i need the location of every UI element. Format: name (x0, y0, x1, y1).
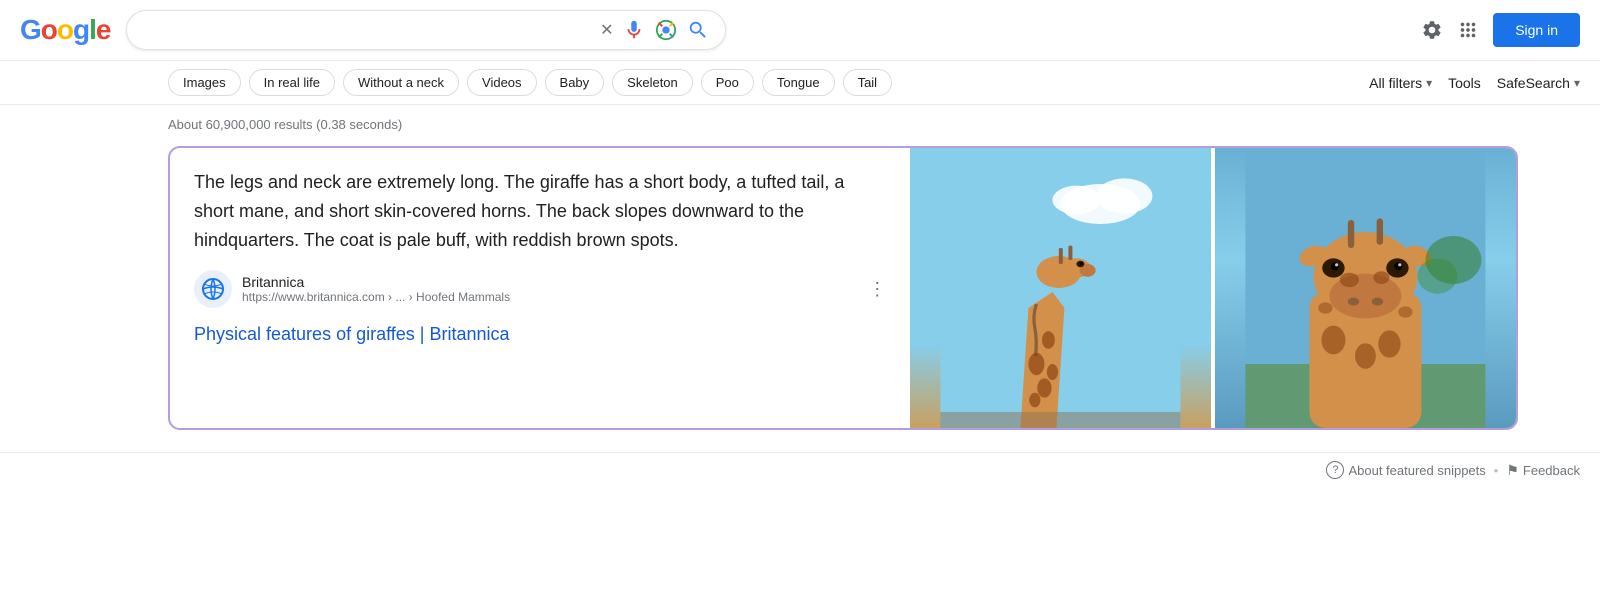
about-snippets-label: About featured snippets (1348, 463, 1485, 478)
filter-in-real-life[interactable]: In real life (249, 69, 335, 96)
filter-videos[interactable]: Videos (467, 69, 537, 96)
logo-G: G (20, 14, 41, 45)
filter-skeleton[interactable]: Skeleton (612, 69, 693, 96)
search-input[interactable]: what does a giraffe look like? (143, 21, 590, 39)
giraffe-svg-1 (910, 148, 1211, 428)
filter-tongue[interactable]: Tongue (762, 69, 835, 96)
gear-icon (1421, 19, 1443, 41)
filters-bar: Images In real life Without a neck Video… (0, 61, 1600, 105)
header-right: Sign in (1421, 13, 1580, 47)
separator: • (1494, 463, 1499, 478)
filter-baby[interactable]: Baby (545, 69, 605, 96)
google-logo: Google (20, 14, 110, 46)
giraffe-image-1[interactable] (910, 148, 1211, 428)
safesearch-chevron-icon: ▾ (1574, 76, 1580, 90)
source-more-button[interactable]: ⋮ (868, 279, 886, 300)
search-icons: ✕ (600, 19, 709, 41)
feedback-label: Feedback (1523, 463, 1580, 478)
logo-e: e (96, 14, 111, 45)
snippet-link[interactable]: Physical features of giraffes | Britanni… (194, 324, 886, 345)
source-name: Britannica (242, 274, 510, 290)
giraffe-svg-2 (1215, 148, 1516, 428)
settings-button[interactable] (1421, 19, 1443, 41)
sign-in-button[interactable]: Sign in (1493, 13, 1580, 47)
all-filters-button[interactable]: All filters ▾ (1369, 75, 1432, 91)
safesearch-label: SafeSearch (1497, 75, 1570, 91)
search-button[interactable] (687, 19, 709, 41)
source-info: Britannica https://www.britannica.com › … (242, 274, 510, 304)
chevron-down-icon: ▾ (1426, 76, 1432, 90)
snippet-description: The legs and neck are extremely long. Th… (194, 168, 886, 254)
filter-tail[interactable]: Tail (843, 69, 893, 96)
snippet-source: Britannica https://www.britannica.com › … (194, 270, 886, 308)
search-bar: what does a giraffe look like? ✕ (126, 10, 726, 50)
mic-icon (623, 19, 645, 41)
filter-poo[interactable]: Poo (701, 69, 754, 96)
bottom-bar: ? About featured snippets • ⚑ Feedback (0, 452, 1600, 487)
filter-without-a-neck[interactable]: Without a neck (343, 69, 459, 96)
logo-o1: o (41, 14, 57, 45)
filters-right: All filters ▾ Tools SafeSearch ▾ (1369, 75, 1580, 91)
apps-button[interactable] (1457, 19, 1479, 41)
clear-icon: ✕ (600, 20, 613, 40)
tools-button[interactable]: Tools (1448, 75, 1481, 91)
source-url: https://www.britannica.com › ... › Hoofe… (242, 290, 510, 304)
lens-button[interactable] (655, 19, 677, 41)
featured-snippet: The legs and neck are extremely long. Th… (168, 146, 1518, 430)
safesearch-button[interactable]: SafeSearch ▾ (1497, 75, 1580, 91)
grid-icon (1457, 19, 1479, 41)
logo-g2: g (73, 14, 89, 45)
about-snippets-item[interactable]: ? About featured snippets (1326, 461, 1485, 479)
filter-images[interactable]: Images (168, 69, 241, 96)
britannica-icon (201, 277, 225, 301)
flag-icon: ⚑ (1506, 462, 1519, 479)
all-filters-label: All filters (1369, 75, 1422, 91)
britannica-logo (194, 270, 232, 308)
search-icon (687, 19, 709, 41)
logo-o2: o (57, 14, 73, 45)
clear-button[interactable]: ✕ (600, 20, 613, 40)
header: Google what does a giraffe look like? ✕ (0, 0, 1600, 61)
logo-l: l (89, 14, 96, 45)
snippet-text-area: The legs and neck are extremely long. Th… (170, 148, 910, 428)
mic-button[interactable] (623, 19, 645, 41)
snippet-images (910, 148, 1516, 428)
feedback-item[interactable]: ⚑ Feedback (1506, 462, 1580, 479)
results-count: About 60,900,000 results (0.38 seconds) (168, 117, 1580, 132)
giraffe-image-2[interactable] (1215, 148, 1516, 428)
lens-icon (655, 19, 677, 41)
question-icon: ? (1326, 461, 1344, 479)
results-area: About 60,900,000 results (0.38 seconds) … (0, 105, 1600, 442)
